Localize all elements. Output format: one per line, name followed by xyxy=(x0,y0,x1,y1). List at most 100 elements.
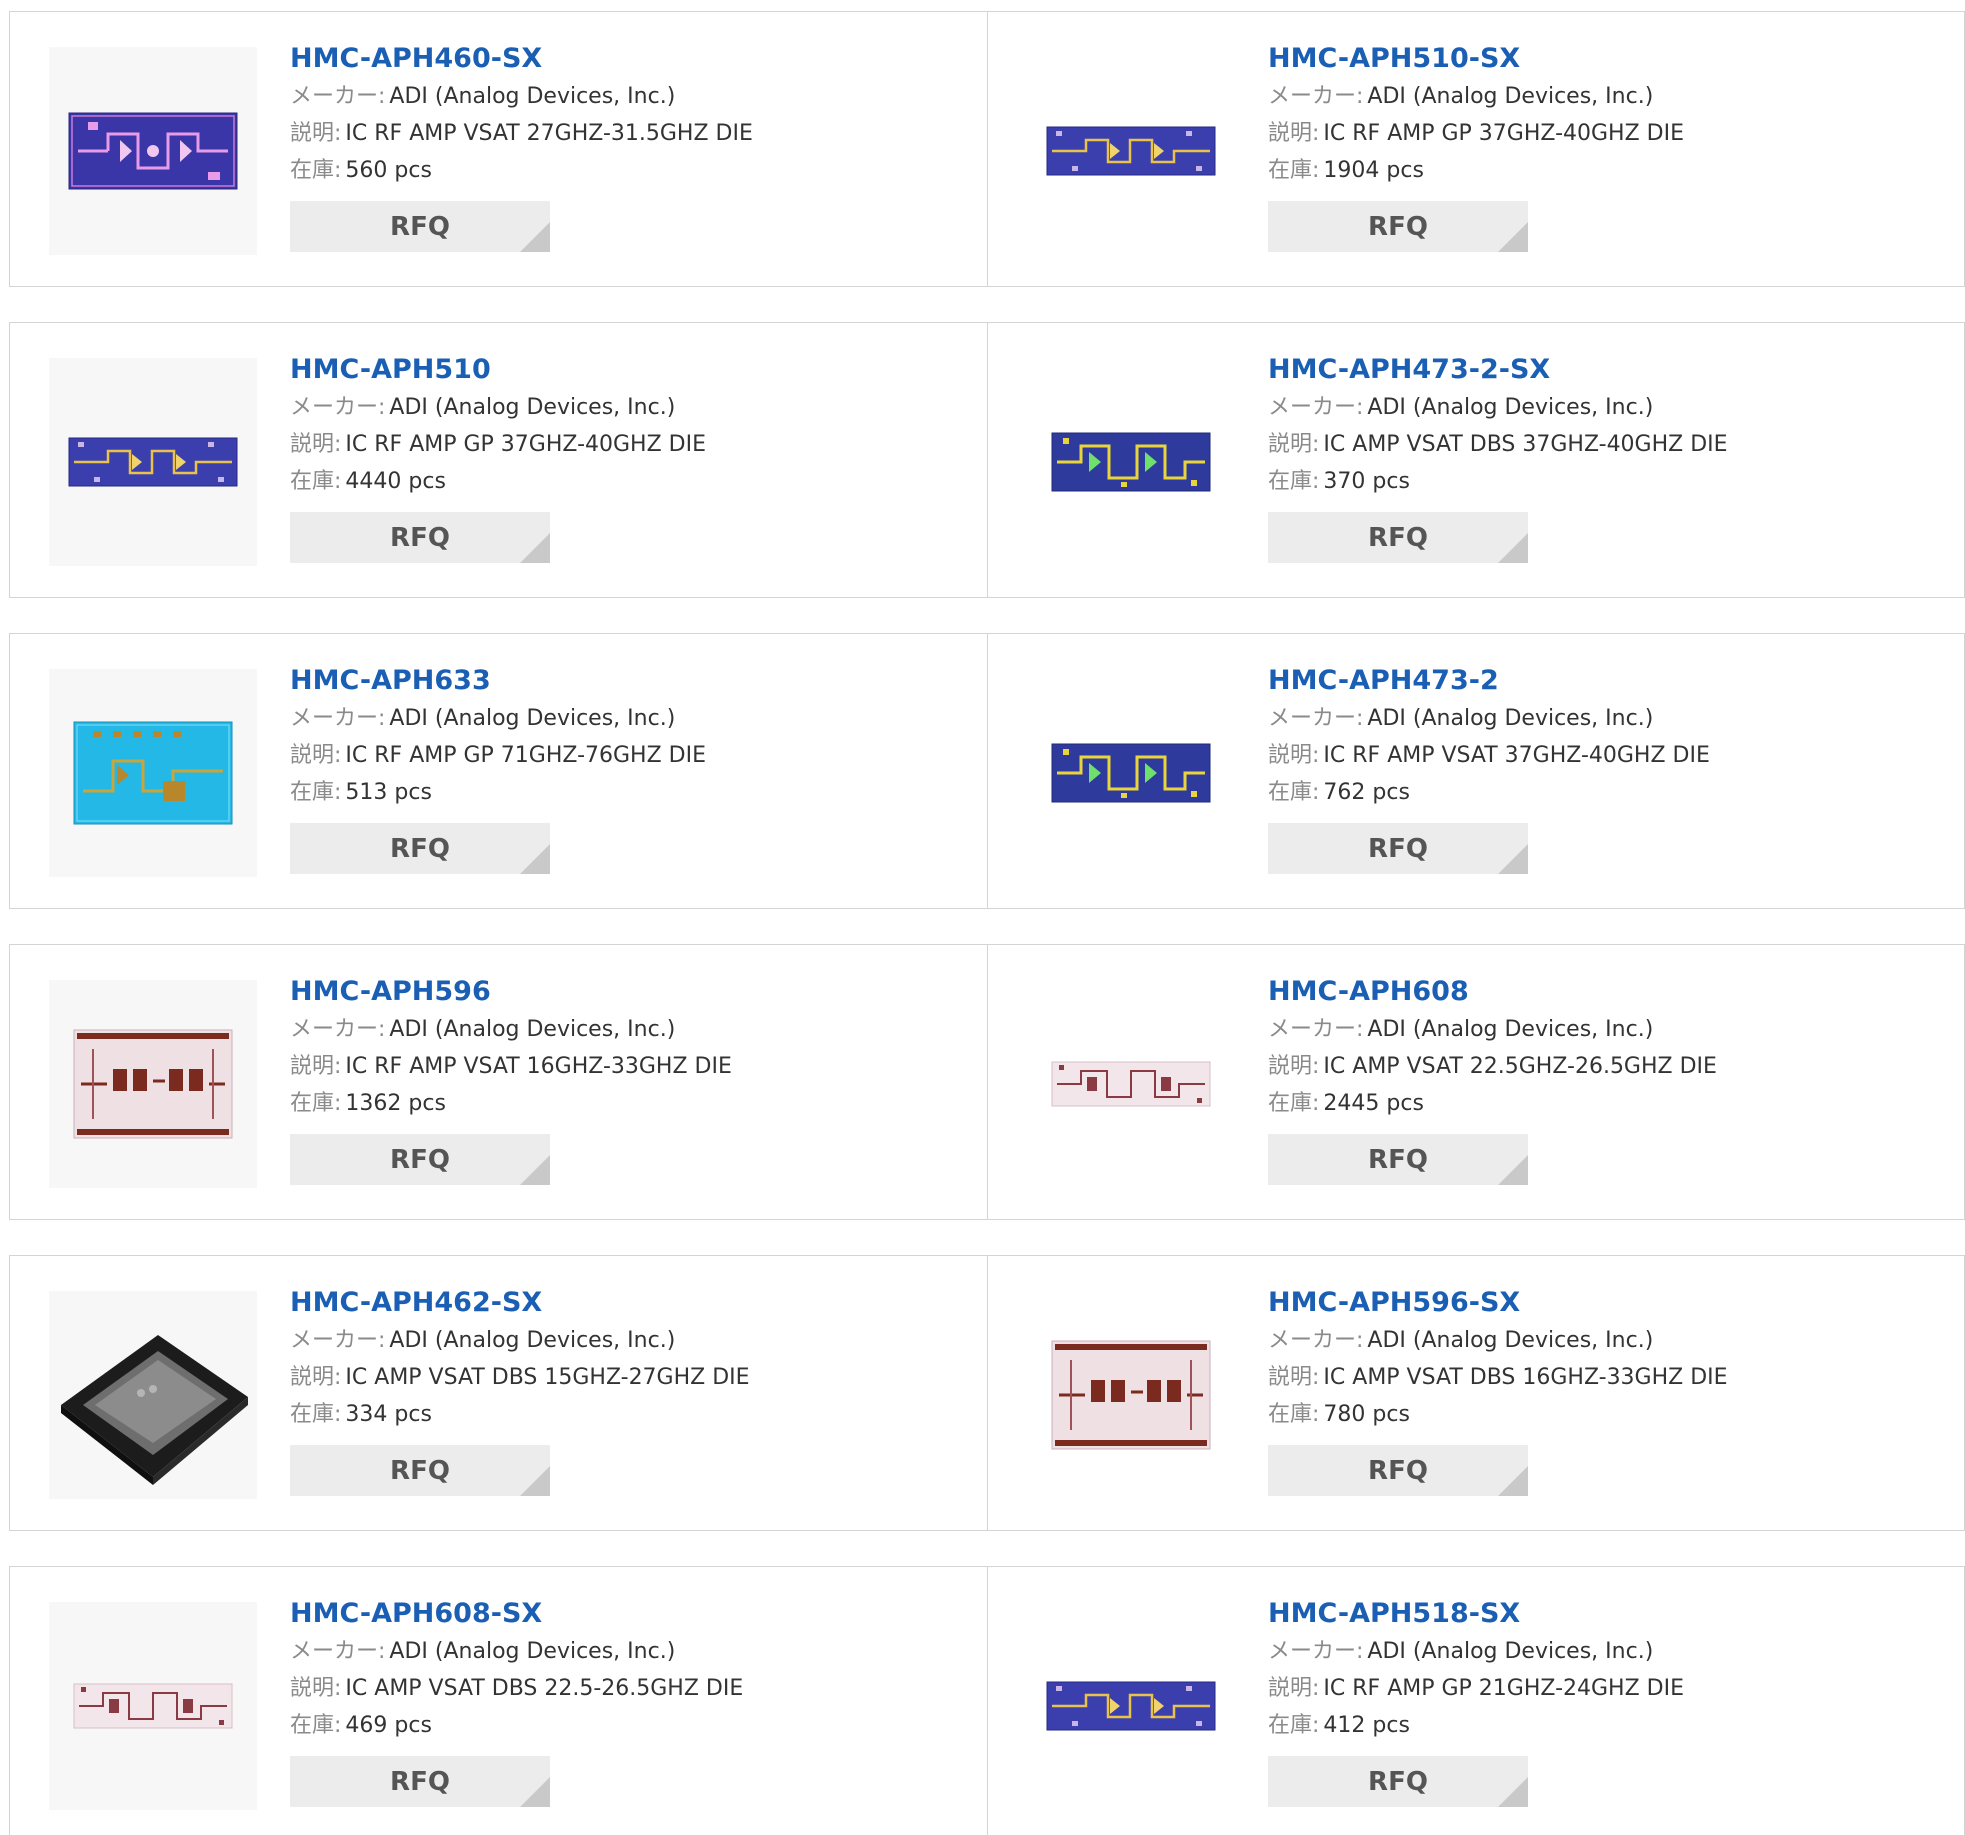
part-number-link[interactable]: HMC-APH510-SX xyxy=(1268,40,1918,78)
part-number-link[interactable]: HMC-APH460-SX xyxy=(290,40,940,78)
product-info: HMC-APH462-SX メーカー: ADI (Analog Devices, I… xyxy=(290,1284,940,1496)
product-info: HMC-APH510-SX メーカー: ADI (Analog Devices, I… xyxy=(1268,40,1918,252)
stock-value: 2445 pcs xyxy=(1323,1091,1424,1116)
product-image[interactable] xyxy=(1027,669,1235,877)
product-row: HMC-APH510 メーカー: ADI (Analog Devices, Inc.… xyxy=(9,322,1965,598)
manufacturer-value: ADI (Analog Devices, Inc.) xyxy=(389,84,676,109)
rfq-button[interactable]: RFQ xyxy=(1268,201,1528,252)
product-row: HMC-APH633 メーカー: ADI (Analog Devices, Inc.… xyxy=(9,633,1965,909)
stock-line: 在庫: 513 pcs xyxy=(290,774,940,811)
stock-value: 513 pcs xyxy=(345,780,432,805)
stock-value: 412 pcs xyxy=(1323,1713,1410,1738)
product-image[interactable] xyxy=(1027,980,1235,1188)
manufacturer-line: メーカー: ADI (Analog Devices, Inc.) xyxy=(1268,700,1918,737)
rfq-label: RFQ xyxy=(1368,522,1428,553)
chip-die-blue-strip-image xyxy=(1046,1681,1216,1731)
stock-value: 1904 pcs xyxy=(1323,158,1424,183)
rfq-label: RFQ xyxy=(1368,1455,1428,1486)
product-image[interactable] xyxy=(1027,47,1235,255)
stock-label: 在庫: xyxy=(290,780,342,805)
manufacturer-label: メーカー: xyxy=(290,84,386,109)
rfq-button[interactable]: RFQ xyxy=(1268,1134,1528,1185)
part-number-link[interactable]: HMC-APH596-SX xyxy=(1268,1284,1918,1322)
stock-label: 在庫: xyxy=(1268,1713,1320,1738)
rfq-button[interactable]: RFQ xyxy=(290,1445,550,1496)
manufacturer-line: メーカー: ADI (Analog Devices, Inc.) xyxy=(1268,389,1918,426)
rfq-label: RFQ xyxy=(390,211,450,242)
rfq-button[interactable]: RFQ xyxy=(1268,1445,1528,1496)
stock-line: 在庫: 334 pcs xyxy=(290,1396,940,1433)
stock-label: 在庫: xyxy=(290,469,342,494)
stock-label: 在庫: xyxy=(290,1091,342,1116)
manufacturer-line: メーカー: ADI (Analog Devices, Inc.) xyxy=(1268,1011,1918,1048)
product-image[interactable] xyxy=(49,1291,257,1499)
product-image[interactable] xyxy=(49,980,257,1188)
part-number-link[interactable]: HMC-APH462-SX xyxy=(290,1284,940,1322)
rfq-button[interactable]: RFQ xyxy=(290,201,550,252)
description-line: 説明: IC RF AMP GP 21GHZ-24GHZ DIE xyxy=(1268,1670,1918,1707)
product-row: HMC-APH460-SX メーカー: ADI (Analog Devices, I… xyxy=(9,11,1965,287)
part-number-link[interactable]: HMC-APH608-SX xyxy=(290,1595,940,1633)
rfq-button[interactable]: RFQ xyxy=(290,1134,550,1185)
description-line: 説明: IC AMP VSAT DBS 16GHZ-33GHZ DIE xyxy=(1268,1359,1918,1396)
part-number-link[interactable]: HMC-APH510 xyxy=(290,351,940,389)
manufacturer-label: メーカー: xyxy=(290,1639,386,1664)
product-card: HMC-APH462-SX メーカー: ADI (Analog Devices, I… xyxy=(10,1256,987,1530)
product-card: HMC-APH518-SX メーカー: ADI (Analog Devices, I… xyxy=(987,1567,1964,1835)
description-label: 説明: xyxy=(1268,743,1320,768)
part-number-link[interactable]: HMC-APH608 xyxy=(1268,973,1918,1011)
manufacturer-value: ADI (Analog Devices, Inc.) xyxy=(389,1017,676,1042)
rfq-corner-decoration xyxy=(1498,1155,1528,1185)
product-image[interactable] xyxy=(49,47,257,255)
rfq-label: RFQ xyxy=(390,1144,450,1175)
product-image[interactable] xyxy=(49,358,257,566)
stock-value: 370 pcs xyxy=(1323,469,1410,494)
manufacturer-line: メーカー: ADI (Analog Devices, Inc.) xyxy=(290,389,940,426)
stock-value: 762 pcs xyxy=(1323,780,1410,805)
part-number-link[interactable]: HMC-APH633 xyxy=(290,662,940,700)
description-value: IC RF AMP GP 71GHZ-76GHZ DIE xyxy=(345,743,706,768)
stock-label: 在庫: xyxy=(1268,1091,1320,1116)
product-image[interactable] xyxy=(1027,1602,1235,1810)
rfq-button[interactable]: RFQ xyxy=(290,512,550,563)
chip-die-cyan-image xyxy=(73,721,233,825)
product-grid: HMC-APH460-SX メーカー: ADI (Analog Devices, I… xyxy=(0,0,1965,1835)
product-image[interactable] xyxy=(1027,358,1235,566)
part-number-link[interactable]: HMC-APH596 xyxy=(290,973,940,1011)
stock-line: 在庫: 560 pcs xyxy=(290,152,940,189)
description-value: IC RF AMP GP 21GHZ-24GHZ DIE xyxy=(1323,1676,1684,1701)
stock-line: 在庫: 2445 pcs xyxy=(1268,1085,1918,1122)
rfq-button[interactable]: RFQ xyxy=(290,823,550,874)
part-number-link[interactable]: HMC-APH473-2-SX xyxy=(1268,351,1918,389)
product-image[interactable] xyxy=(49,1602,257,1810)
description-label: 説明: xyxy=(1268,1365,1320,1390)
rfq-button[interactable]: RFQ xyxy=(1268,1756,1528,1807)
rfq-label: RFQ xyxy=(1368,833,1428,864)
product-row: HMC-APH462-SX メーカー: ADI (Analog Devices, I… xyxy=(9,1255,1965,1531)
manufacturer-line: メーカー: ADI (Analog Devices, Inc.) xyxy=(290,1322,940,1359)
stock-value: 560 pcs xyxy=(345,158,432,183)
product-image[interactable] xyxy=(1027,1291,1235,1499)
product-card: HMC-APH596 メーカー: ADI (Analog Devices, Inc.… xyxy=(10,945,987,1219)
rfq-corner-decoration xyxy=(520,1777,550,1807)
description-line: 説明: IC AMP VSAT DBS 37GHZ-40GHZ DIE xyxy=(1268,426,1918,463)
description-value: IC AMP VSAT 22.5GHZ-26.5GHZ DIE xyxy=(1323,1054,1717,1079)
stock-value: 469 pcs xyxy=(345,1713,432,1738)
manufacturer-line: メーカー: ADI (Analog Devices, Inc.) xyxy=(290,1633,940,1670)
rfq-corner-decoration xyxy=(1498,1777,1528,1807)
product-info: HMC-APH473-2-SX メーカー: ADI (Analog Devices,… xyxy=(1268,351,1918,563)
rfq-button[interactable]: RFQ xyxy=(1268,512,1528,563)
product-info: HMC-APH596 メーカー: ADI (Analog Devices, Inc.… xyxy=(290,973,940,1185)
rfq-corner-decoration xyxy=(1498,533,1528,563)
manufacturer-line: メーカー: ADI (Analog Devices, Inc.) xyxy=(290,700,940,737)
product-image[interactable] xyxy=(49,669,257,877)
part-number-link[interactable]: HMC-APH473-2 xyxy=(1268,662,1918,700)
rfq-button[interactable]: RFQ xyxy=(1268,823,1528,874)
rfq-corner-decoration xyxy=(520,1466,550,1496)
rfq-label: RFQ xyxy=(1368,1766,1428,1797)
manufacturer-label: メーカー: xyxy=(1268,1017,1364,1042)
chip-die-blue-strip-image xyxy=(1046,126,1216,176)
rfq-button[interactable]: RFQ xyxy=(290,1756,550,1807)
part-number-link[interactable]: HMC-APH518-SX xyxy=(1268,1595,1918,1633)
stock-label: 在庫: xyxy=(290,1402,342,1427)
